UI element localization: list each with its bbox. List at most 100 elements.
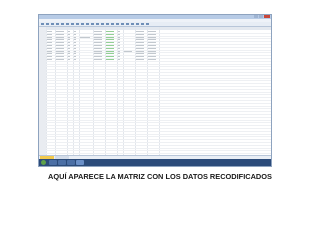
- minimize-icon[interactable]: [254, 15, 258, 18]
- grid-cell[interactable]: [68, 47, 70, 49]
- grid-cell[interactable]: [136, 50, 144, 52]
- grid-cell[interactable]: [56, 50, 64, 52]
- grid-cell[interactable]: [94, 58, 102, 60]
- grid-cell[interactable]: [106, 30, 114, 32]
- grid-cell[interactable]: [94, 36, 102, 38]
- grid-cell[interactable]: [94, 44, 102, 46]
- grid-cell[interactable]: [74, 56, 76, 58]
- grid-cell[interactable]: [118, 30, 120, 32]
- toolbar-button-icon[interactable]: [146, 23, 149, 25]
- grid-cell[interactable]: [118, 36, 120, 38]
- grid-cell[interactable]: [68, 44, 70, 46]
- grid-cell[interactable]: [118, 47, 120, 49]
- grid-cell[interactable]: [148, 39, 156, 41]
- close-icon[interactable]: [264, 15, 270, 18]
- grid-cell[interactable]: [74, 30, 76, 32]
- taskbar-app-icon[interactable]: [76, 160, 84, 165]
- grid-cell[interactable]: [68, 30, 70, 32]
- grid-cell[interactable]: [94, 56, 102, 58]
- grid-cell[interactable]: [94, 33, 102, 35]
- start-button[interactable]: [41, 160, 46, 165]
- grid-cell[interactable]: [136, 44, 144, 46]
- row-number[interactable]: [39, 150, 46, 153]
- grid-cell[interactable]: [118, 42, 120, 44]
- toolbar-button-icon[interactable]: [116, 23, 119, 25]
- grid-cell[interactable]: [74, 36, 76, 38]
- grid-cell[interactable]: [106, 47, 114, 49]
- grid-cell[interactable]: [136, 56, 144, 58]
- grid-cell[interactable]: [68, 58, 70, 60]
- grid-cell[interactable]: [148, 47, 156, 49]
- toolbar-button-icon[interactable]: [81, 23, 84, 25]
- grid-cell[interactable]: [106, 33, 114, 35]
- grid-cell[interactable]: [47, 42, 52, 44]
- grid-cell[interactable]: [47, 36, 52, 38]
- grid-cell[interactable]: [56, 39, 64, 41]
- grid-cell[interactable]: [74, 33, 76, 35]
- toolbar-button-icon[interactable]: [46, 23, 49, 25]
- grid-cell[interactable]: [118, 50, 120, 52]
- toolbar-button-icon[interactable]: [136, 23, 139, 25]
- grid-cell[interactable]: [56, 36, 64, 38]
- grid-cell[interactable]: [106, 56, 114, 58]
- grid-cell[interactable]: [47, 53, 52, 55]
- grid-cell[interactable]: [56, 33, 64, 35]
- grid-cell[interactable]: [118, 39, 120, 41]
- toolbar-button-icon[interactable]: [76, 23, 79, 25]
- grid-cell[interactable]: [56, 58, 64, 60]
- grid-cell[interactable]: [56, 44, 64, 46]
- grid-cell[interactable]: [68, 50, 70, 52]
- toolbar-button-icon[interactable]: [121, 23, 124, 25]
- column-header[interactable]: [159, 27, 271, 30]
- grid-cell[interactable]: [68, 33, 70, 35]
- grid-cell[interactable]: [94, 30, 102, 32]
- grid-cell[interactable]: [118, 53, 120, 55]
- grid-cell[interactable]: [74, 58, 76, 60]
- grid-cell[interactable]: [106, 42, 114, 44]
- toolbar-button-icon[interactable]: [86, 23, 89, 25]
- grid-cell[interactable]: [68, 56, 70, 58]
- grid-cell[interactable]: [148, 33, 156, 35]
- toolbar-button-icon[interactable]: [141, 23, 144, 25]
- grid-cell[interactable]: [74, 39, 76, 41]
- grid-cell[interactable]: [148, 58, 156, 60]
- grid-cell[interactable]: [47, 56, 52, 58]
- grid-cell[interactable]: [94, 50, 102, 52]
- grid-cell[interactable]: [136, 53, 144, 55]
- grid-cell[interactable]: [136, 39, 144, 41]
- grid-cell[interactable]: [118, 33, 120, 35]
- toolbar-button-icon[interactable]: [111, 23, 114, 25]
- grid-cell[interactable]: [47, 30, 52, 32]
- grid-cell[interactable]: [94, 42, 102, 44]
- grid-cell[interactable]: [136, 47, 144, 49]
- grid-cell[interactable]: [47, 47, 52, 49]
- grid-cell[interactable]: [94, 53, 102, 55]
- grid-cell[interactable]: [80, 36, 90, 38]
- grid-cell[interactable]: [68, 39, 70, 41]
- grid-cell[interactable]: [68, 42, 70, 44]
- grid-cell[interactable]: [56, 56, 64, 58]
- grid-cell[interactable]: [56, 47, 64, 49]
- toolbar-button-icon[interactable]: [106, 23, 109, 25]
- toolbar-button-icon[interactable]: [126, 23, 129, 25]
- toolbar-button-icon[interactable]: [61, 23, 64, 25]
- grid-cell[interactable]: [118, 58, 120, 60]
- grid-cell[interactable]: [106, 39, 114, 41]
- grid-cell[interactable]: [47, 39, 52, 41]
- toolbar-button-icon[interactable]: [56, 23, 59, 25]
- grid-cell[interactable]: [47, 33, 52, 35]
- taskbar-app-icon[interactable]: [58, 160, 66, 165]
- grid-cell[interactable]: [47, 58, 52, 60]
- toolbar-button-icon[interactable]: [91, 23, 94, 25]
- grid-cell[interactable]: [68, 53, 70, 55]
- toolbar-button-icon[interactable]: [51, 23, 54, 25]
- grid-cell[interactable]: [56, 42, 64, 44]
- maximize-icon[interactable]: [259, 15, 263, 18]
- grid-cell[interactable]: [94, 47, 102, 49]
- grid-cell[interactable]: [106, 50, 114, 52]
- grid-cell[interactable]: [74, 47, 76, 49]
- grid-cell[interactable]: [56, 30, 64, 32]
- toolbar-button-icon[interactable]: [131, 23, 134, 25]
- grid-cell[interactable]: [136, 42, 144, 44]
- grid-cell[interactable]: [136, 58, 144, 60]
